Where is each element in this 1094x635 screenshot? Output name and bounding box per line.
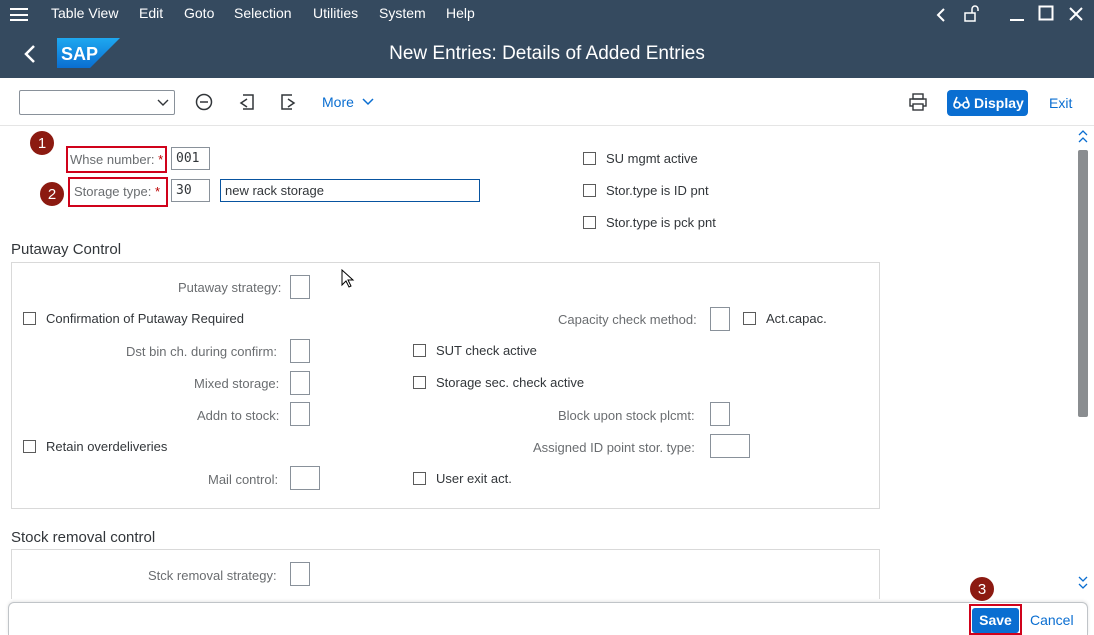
cancel-button[interactable]: Cancel [1030,612,1074,628]
menu-selection[interactable]: Selection [234,5,292,21]
delete-entry-icon[interactable] [194,92,214,112]
sut-check-label: SUT check active [436,343,537,358]
page-title: New Entries: Details of Added Entries [389,43,705,64]
exit-button[interactable]: Exit [1049,95,1072,111]
whse-number-input[interactable]: 001 [171,147,210,170]
display-button[interactable]: Display [947,90,1028,116]
storage-type-description-input[interactable]: new rack storage [220,179,480,202]
sut-check-checkbox[interactable] [413,344,426,357]
chevron-left-icon[interactable] [934,7,948,23]
print-icon[interactable] [908,92,928,112]
minimize-icon[interactable] [1009,6,1025,22]
menu-goto[interactable]: Goto [184,5,214,21]
storage-type-label: Storage type: * [74,184,161,199]
step-badge-2: 2 [39,181,65,207]
unlock-icon[interactable] [963,5,981,23]
stock-removal-group [11,549,880,599]
storage-sec-check-checkbox[interactable] [413,376,426,389]
menu-bar: Table View Edit Goto Selection Utilities… [0,0,1094,29]
whse-number-label: Whse number: * [70,152,164,167]
storage-type-input[interactable]: 30 [171,179,210,202]
capacity-check-method-input[interactable] [710,307,730,331]
scroll-up-icon[interactable] [1077,128,1089,146]
menu-edit[interactable]: Edit [139,5,163,21]
act-capac-label: Act.capac. [766,311,827,326]
putaway-strategy-input[interactable] [290,275,310,299]
retain-overdeliveries-checkbox[interactable] [23,440,36,453]
hamburger-menu-icon[interactable] [10,8,28,21]
stor-type-id-pnt-label: Stor.type is ID pnt [606,183,709,198]
block-upon-stock-label: Block upon stock plcmt: [558,408,695,423]
menu-help[interactable]: Help [446,5,475,21]
confirmation-putaway-label: Confirmation of Putaway Required [46,311,244,326]
mixed-storage-input[interactable] [290,371,310,395]
stor-type-id-pnt-checkbox[interactable] [583,184,596,197]
mail-control-input[interactable] [290,466,320,490]
close-icon[interactable] [1068,6,1084,22]
stock-removal-title: Stock removal control [11,529,156,546]
putaway-strategy-label: Putaway strategy: [178,280,282,295]
putaway-control-title: Putaway Control [11,241,122,258]
menu-utilities[interactable]: Utilities [313,5,358,21]
confirmation-putaway-checkbox[interactable] [23,312,36,325]
dst-bin-label: Dst bin ch. during confirm: [126,344,278,359]
act-capac-checkbox[interactable] [743,312,756,325]
toolbar: More Display Exit [0,78,1094,126]
save-button[interactable]: Save [972,608,1019,633]
addn-to-stock-input[interactable] [290,402,310,426]
shell-bar: SAP New Entries: Details of Added Entrie… [0,29,1094,78]
previous-entry-icon[interactable] [237,92,257,112]
footer-bar [8,602,1088,635]
assigned-id-point-input[interactable] [710,434,750,458]
stck-removal-strategy-label: Stck removal strategy: [148,568,277,583]
stck-removal-strategy-input[interactable] [290,562,310,586]
menu-table-view[interactable]: Table View [51,5,118,21]
su-mgmt-active-checkbox[interactable] [583,152,596,165]
retain-overdeliveries-label: Retain overdeliveries [46,439,168,454]
maximize-icon[interactable] [1038,5,1054,21]
assigned-id-point-label: Assigned ID point stor. type: [533,440,695,455]
mouse-pointer-icon [341,269,355,288]
storage-sec-check-label: Storage sec. check active [436,375,585,390]
next-entry-icon[interactable] [278,92,298,112]
more-menu[interactable]: More [322,94,374,110]
user-exit-act-checkbox[interactable] [413,472,426,485]
user-exit-act-label: User exit act. [436,471,512,486]
vertical-scrollbar-thumb[interactable] [1078,150,1088,417]
scroll-down-icon[interactable] [1077,574,1089,592]
chevron-down-icon [362,98,374,106]
chevron-down-icon [157,99,169,106]
su-mgmt-active-label: SU mgmt active [606,151,698,166]
capacity-check-method-label: Capacity check method: [558,312,697,327]
glasses-icon [953,96,970,109]
step-badge-3: 3 [969,576,995,602]
stor-type-pck-pnt-checkbox[interactable] [583,216,596,229]
dst-bin-input[interactable] [290,339,310,363]
step-badge-1: 1 [29,130,55,156]
mixed-storage-label: Mixed storage: [194,376,280,391]
block-upon-stock-input[interactable] [710,402,730,426]
menu-system[interactable]: System [379,5,426,21]
addn-to-stock-label: Addn to stock: [197,408,280,423]
command-field-dropdown[interactable] [19,90,175,115]
mail-control-label: Mail control: [208,472,279,487]
stor-type-pck-pnt-label: Stor.type is pck pnt [606,215,716,230]
